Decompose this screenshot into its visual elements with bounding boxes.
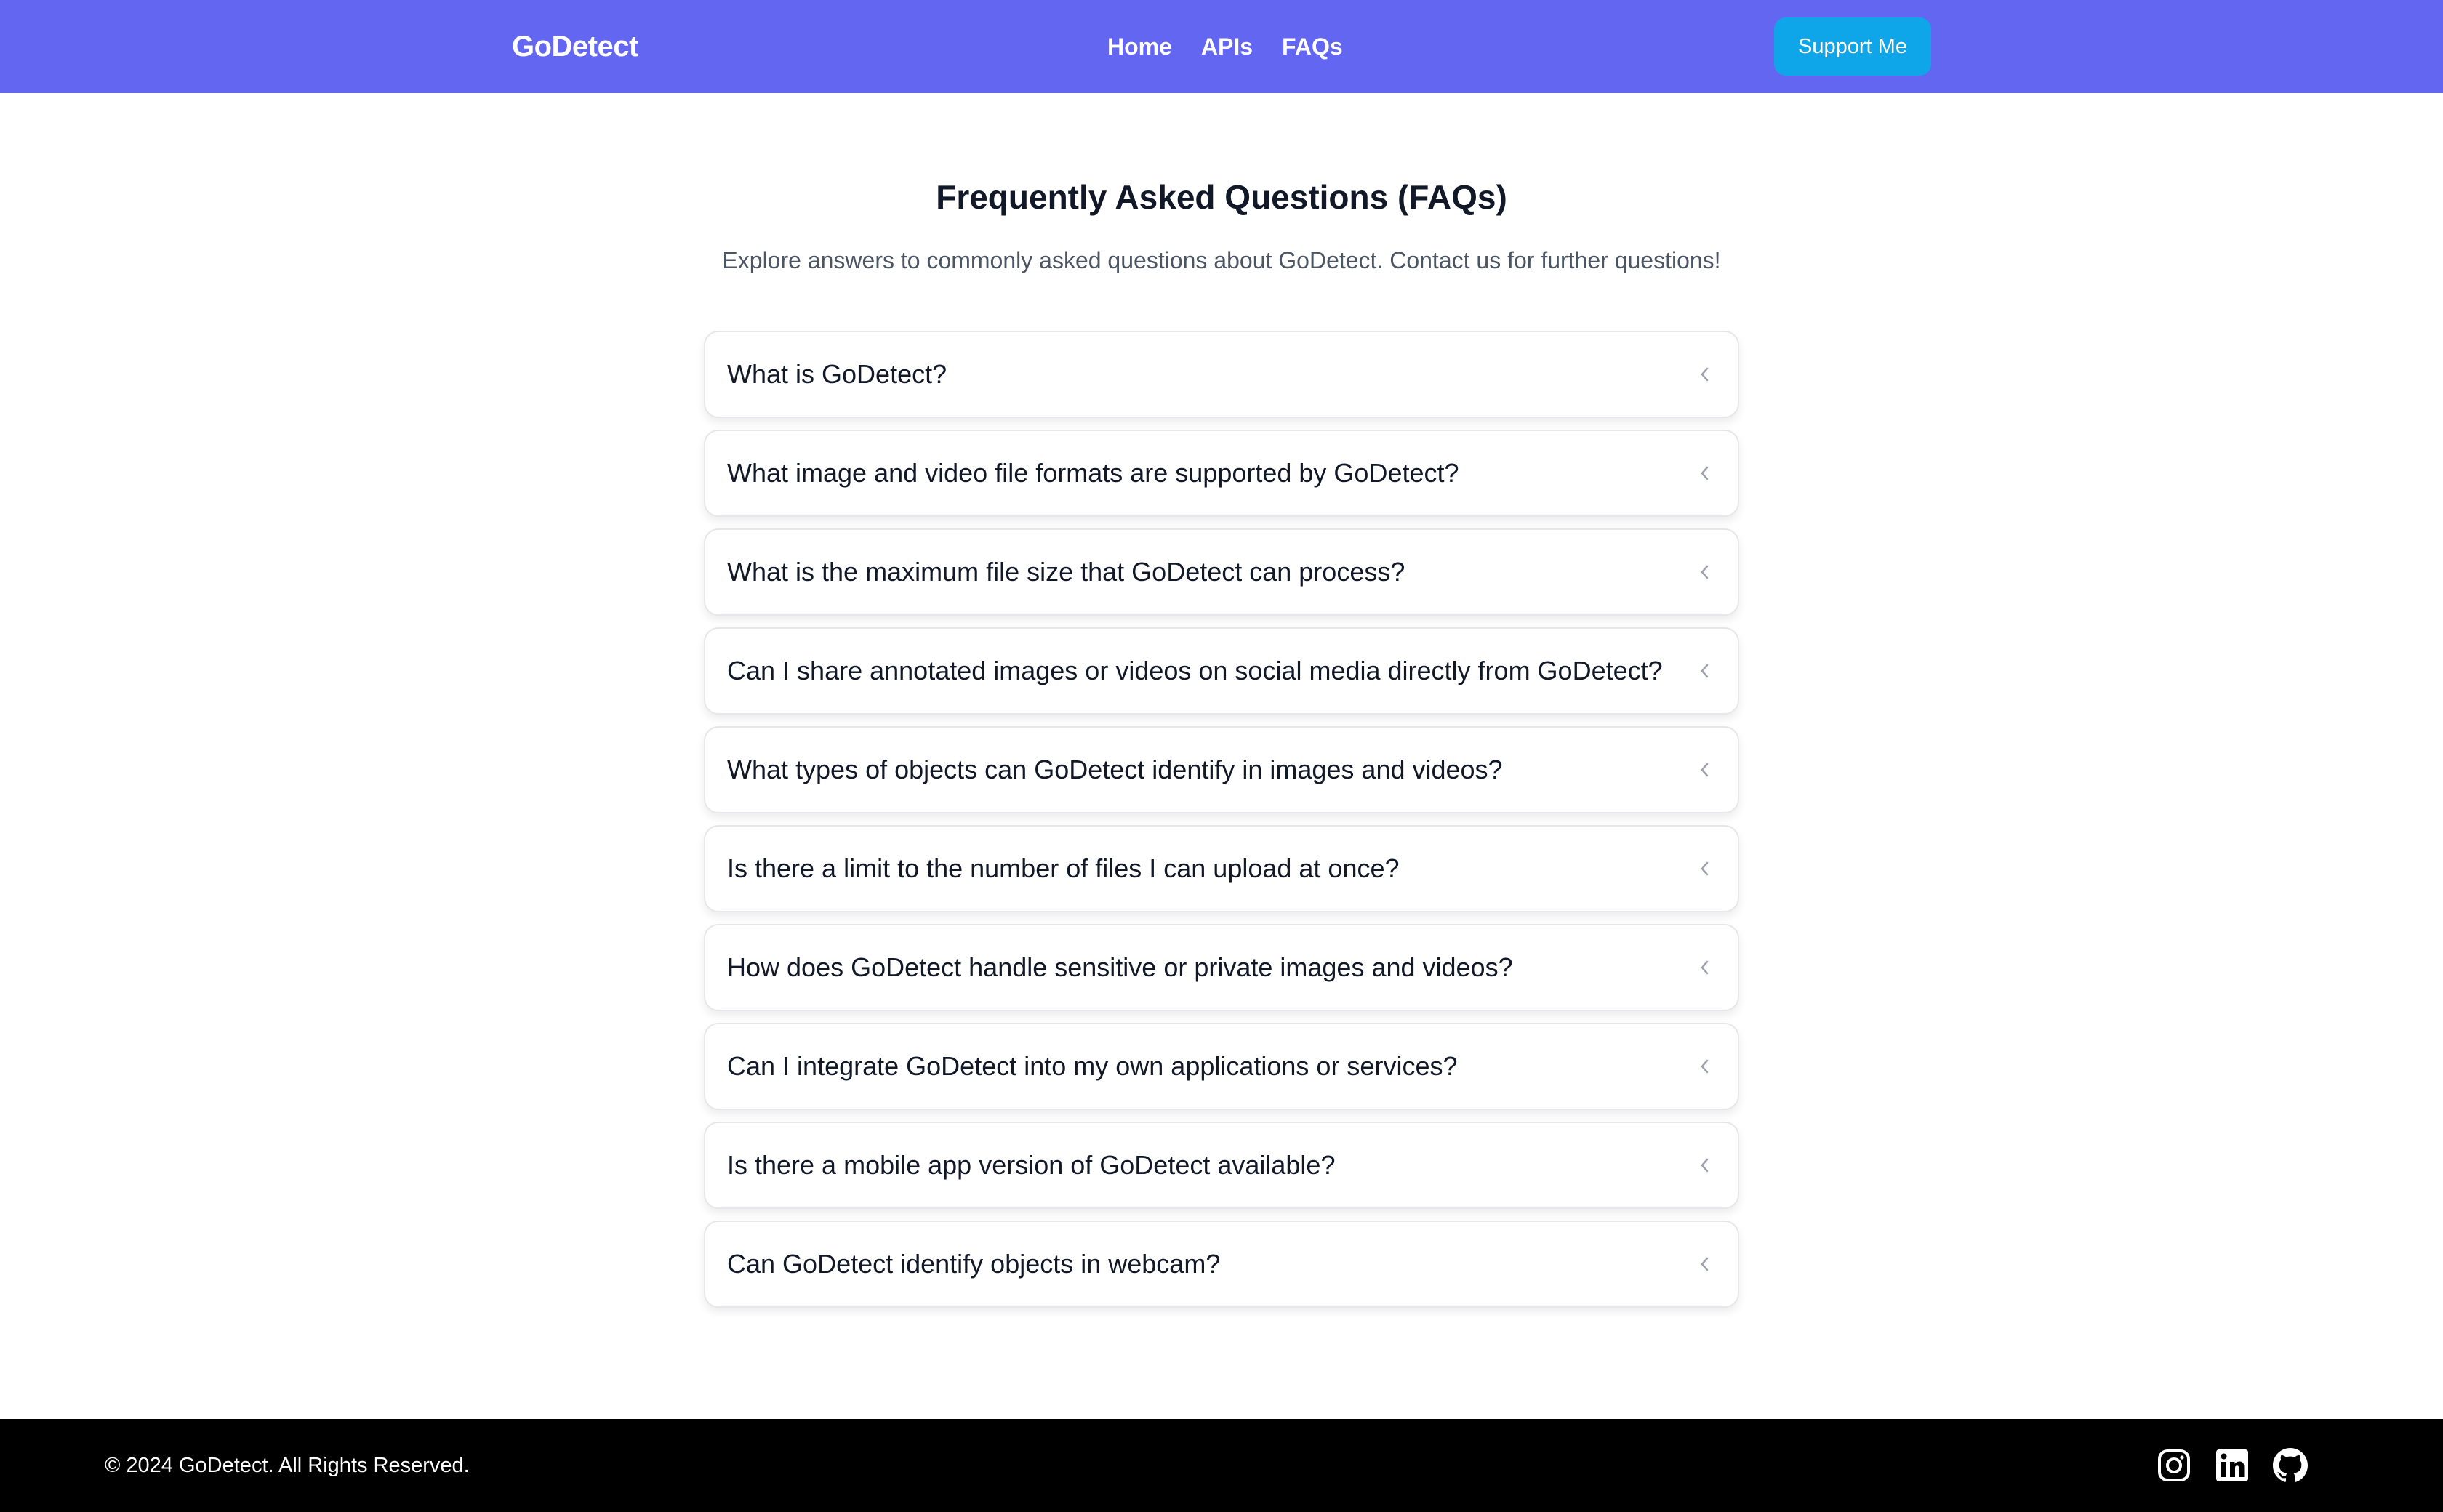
- faq-item[interactable]: Is there a limit to the number of files …: [704, 825, 1739, 912]
- faq-question: Is there a limit to the number of files …: [727, 853, 1400, 883]
- chevron-left-icon: [1697, 663, 1713, 679]
- linkedin-icon[interactable]: [2215, 1448, 2250, 1483]
- faq-question: What image and video file formats are su…: [727, 458, 1459, 488]
- faq-question: Is there a mobile app version of GoDetec…: [727, 1150, 1336, 1180]
- faq-question: What is the maximum file size that GoDet…: [727, 557, 1405, 587]
- faq-list: What is GoDetect? What image and video f…: [704, 331, 1739, 1319]
- github-icon[interactable]: [2273, 1448, 2308, 1483]
- faq-item[interactable]: What is GoDetect?: [704, 331, 1739, 418]
- faq-item[interactable]: What is the maximum file size that GoDet…: [704, 528, 1739, 616]
- faq-item[interactable]: Can I integrate GoDetect into my own app…: [704, 1023, 1739, 1110]
- faq-question: What types of objects can GoDetect ident…: [727, 755, 1503, 784]
- faq-question: How does GoDetect handle sensitive or pr…: [727, 952, 1513, 982]
- chevron-left-icon: [1697, 366, 1713, 382]
- chevron-left-icon: [1697, 1157, 1713, 1173]
- faq-item[interactable]: How does GoDetect handle sensitive or pr…: [704, 924, 1739, 1011]
- chevron-left-icon: [1697, 960, 1713, 976]
- faq-item[interactable]: Can I share annotated images or videos o…: [704, 627, 1739, 715]
- chevron-left-icon: [1697, 1256, 1713, 1272]
- navbar: GoDetect Home APIs FAQs Support Me: [0, 0, 2443, 93]
- brand-logo[interactable]: GoDetect: [512, 0, 638, 93]
- faq-item[interactable]: Is there a mobile app version of GoDetec…: [704, 1122, 1739, 1209]
- nav-faqs-link[interactable]: FAQs: [1282, 33, 1343, 60]
- chevron-left-icon: [1697, 564, 1713, 580]
- page-title: Frequently Asked Questions (FAQs): [936, 178, 1507, 216]
- copyright-text: © 2024 GoDetect. All Rights Reserved.: [105, 1453, 470, 1477]
- nav-home-link[interactable]: Home: [1107, 33, 1172, 60]
- chevron-left-icon: [1697, 465, 1713, 481]
- faq-item[interactable]: What image and video file formats are su…: [704, 430, 1739, 517]
- faq-question: What is GoDetect?: [727, 359, 947, 389]
- nav-apis-link[interactable]: APIs: [1201, 33, 1253, 60]
- page-subtitle: Explore answers to commonly asked questi…: [722, 247, 1721, 273]
- instagram-icon[interactable]: [2157, 1448, 2191, 1483]
- faq-question: Can I integrate GoDetect into my own app…: [727, 1051, 1458, 1081]
- chevron-left-icon: [1697, 762, 1713, 778]
- support-me-button[interactable]: Support Me: [1774, 17, 1931, 76]
- faq-item[interactable]: Can GoDetect identify objects in webcam?: [704, 1221, 1739, 1308]
- nav-links: Home APIs FAQs: [1107, 0, 1343, 93]
- faq-question: Can GoDetect identify objects in webcam?: [727, 1249, 1221, 1279]
- social-links: [2157, 1419, 2308, 1512]
- footer: © 2024 GoDetect. All Rights Reserved.: [0, 1419, 2443, 1512]
- faq-item[interactable]: What types of objects can GoDetect ident…: [704, 726, 1739, 813]
- faq-question: Can I share annotated images or videos o…: [727, 656, 1663, 685]
- chevron-left-icon: [1697, 861, 1713, 877]
- chevron-left-icon: [1697, 1058, 1713, 1074]
